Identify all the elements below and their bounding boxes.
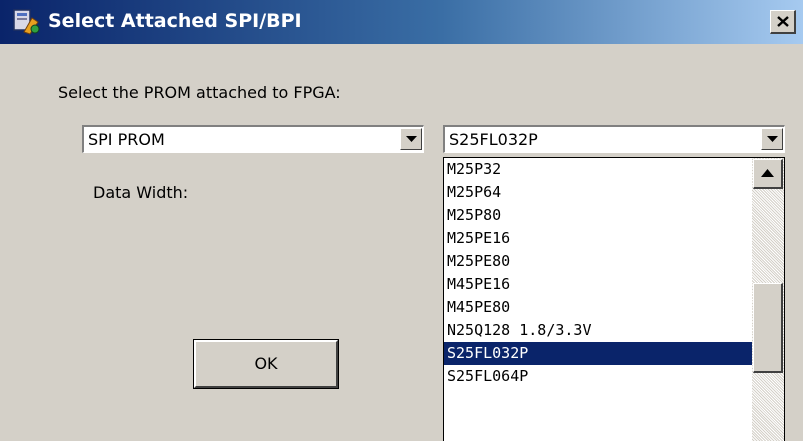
chevron-up-icon [761, 169, 774, 177]
ok-button[interactable]: OK [193, 339, 339, 389]
list-item-m45pe80[interactable]: M45PE80 [444, 296, 752, 319]
data-width-label: Data Width: [93, 183, 189, 202]
close-button[interactable] [770, 10, 796, 34]
list-item-s25fl064p[interactable]: S25FL064P [444, 365, 752, 388]
scroll-thumb[interactable] [753, 283, 783, 373]
list-item-m45pe16[interactable]: M45PE16 [444, 273, 752, 296]
list-item-n25q128[interactable]: N25Q128 1.8/3.3V [444, 319, 752, 342]
close-icon [777, 16, 789, 27]
list-item-s25fl032p-selected[interactable]: S25FL032P [444, 342, 752, 365]
prom-type-select[interactable]: SPI PROM [82, 125, 424, 153]
list-item-m25p64[interactable]: M25P64 [444, 181, 752, 204]
list-item-m25pe16[interactable]: M25PE16 [444, 227, 752, 250]
prom-part-select[interactable]: S25FL032P [443, 125, 785, 153]
list-item-m25pe80[interactable]: M25PE80 [444, 250, 752, 273]
window-title: Select Attached SPI/BPI [48, 10, 302, 32]
prom-type-dropdown-button[interactable] [400, 128, 422, 150]
title-bar[interactable]: Select Attached SPI/BPI [0, 0, 803, 44]
prom-part-dropdown-list[interactable]: M25P32 M25P64 M25P80 M25PE16 M25PE80 M45… [443, 157, 785, 441]
prompt-label: Select the PROM attached to FPGA: [58, 83, 341, 102]
prom-part-dropdown-button[interactable] [761, 128, 783, 150]
chevron-down-icon [406, 136, 417, 142]
select-spi-bpi-dialog: Select Attached SPI/BPI Select the PROM … [0, 0, 803, 441]
list-item-m25p32[interactable]: M25P32 [444, 158, 752, 181]
scroll-up-button[interactable] [753, 159, 783, 189]
prom-part-value: S25FL032P [449, 130, 538, 149]
prom-part-options: M25P32 M25P64 M25P80 M25PE16 M25PE80 M45… [444, 158, 752, 388]
app-icon [12, 8, 42, 36]
prom-type-value: SPI PROM [88, 130, 165, 149]
list-item-m25p80[interactable]: M25P80 [444, 204, 752, 227]
dropdown-scrollbar[interactable] [752, 158, 784, 441]
chevron-down-icon [767, 136, 778, 142]
